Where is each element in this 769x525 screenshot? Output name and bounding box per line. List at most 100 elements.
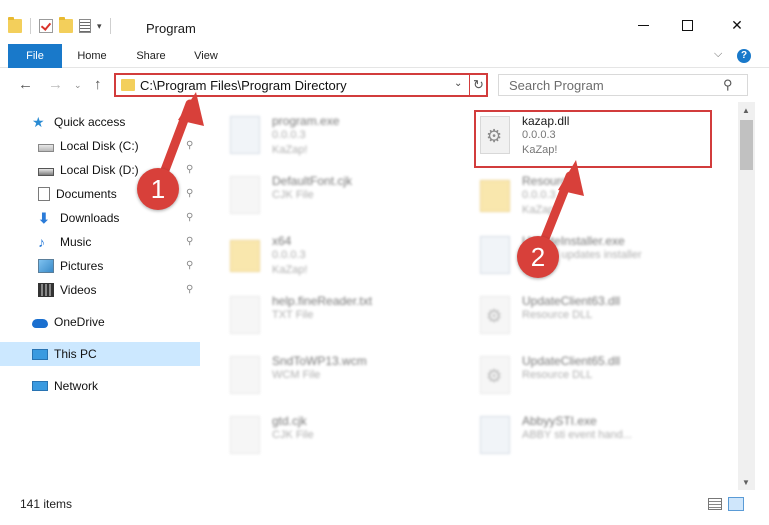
callout-number-1: 1 [137, 168, 179, 210]
list-item[interactable]: program.exe 0.0.0.3 KaZap! [226, 106, 461, 164]
expand-ribbon-icon[interactable]: ⌵ [714, 48, 722, 61]
tab-home[interactable]: Home [72, 44, 112, 68]
file-name: AbbyySTI.exe [522, 414, 597, 428]
properties-icon[interactable] [79, 19, 91, 33]
title-bar: ▾ Program ✕ [0, 0, 769, 44]
list-item[interactable]: DefaultFont.cjk CJK File [226, 166, 461, 224]
tab-share[interactable]: Share [130, 44, 172, 68]
exe-icon [480, 236, 510, 274]
network-icon [32, 381, 48, 391]
status-bar: 141 items [0, 490, 769, 525]
pin-icon: ⚲ [186, 140, 194, 151]
dll-icon [480, 296, 510, 334]
list-item[interactable]: Resource 0.0.0.3 KaZap! [476, 166, 711, 224]
kazap-dll-highlight-box [474, 110, 712, 168]
file-company: KaZap! [272, 144, 308, 156]
sidebar-item-label: OneDrive [54, 315, 105, 329]
close-icon: ✕ [731, 16, 743, 33]
quick-access-toolbar: ▾ [8, 17, 113, 34]
navigation-pane: ★ Quick access Local Disk (C:) ⚲ Local D… [0, 102, 200, 490]
window-title: Program [146, 21, 196, 36]
sidebar-item-label: Videos [60, 283, 97, 297]
new-folder-icon[interactable] [59, 17, 73, 33]
exe-icon [230, 116, 260, 154]
sidebar-item-quick-access[interactable]: ★ Quick access [0, 110, 200, 134]
vertical-scrollbar[interactable]: ▲ ▼ [738, 102, 755, 490]
music-icon: ♪ [38, 234, 45, 250]
maximize-icon [681, 19, 693, 31]
list-item[interactable]: UpdateClient63.dll Resource DLL [476, 286, 711, 344]
refresh-icon[interactable]: ↻ [469, 75, 487, 95]
pin-icon: ⚲ [186, 188, 194, 199]
sidebar-item-label: Network [54, 379, 99, 393]
file-description: Resource DLL [522, 369, 593, 381]
list-item[interactable]: help.fineReader.txt TXT File [226, 286, 461, 344]
back-arrow-icon[interactable]: ← [18, 76, 33, 93]
scrollbar-thumb[interactable] [740, 120, 753, 170]
scroll-down-icon[interactable]: ▼ [742, 478, 750, 487]
file-name: DefaultFont.cjk [272, 174, 353, 188]
sidebar-item-local-disk-c[interactable]: Local Disk (C:) ⚲ [0, 134, 200, 158]
properties-check-icon[interactable] [39, 19, 53, 33]
maximize-button[interactable] [664, 10, 710, 40]
pin-icon: ⚲ [186, 284, 194, 295]
folder-icon [121, 79, 135, 91]
search-icon[interactable]: ⚲ [723, 77, 733, 93]
sidebar-item-this-pc[interactable]: This PC [0, 342, 200, 366]
file-company: KaZap! [272, 264, 308, 276]
file-version: 0.0.0.3 [272, 129, 306, 141]
sidebar-item-music[interactable]: ♪ Music ⚲ [0, 230, 200, 254]
file-name: UpdateClient65.dll [522, 354, 621, 368]
list-item[interactable]: gtd.cjk CJK File [226, 406, 461, 464]
customize-toolbar-chevron-icon[interactable]: ▾ [97, 21, 102, 32]
toolbar-divider [30, 18, 31, 34]
address-bar[interactable]: C:\Program Files\Program Directory ⌄ ↻ [114, 73, 488, 97]
sidebar-item-network[interactable]: Network [0, 374, 200, 398]
help-icon[interactable]: ? [737, 49, 751, 63]
file-icon [230, 416, 260, 454]
forward-arrow-icon[interactable]: → [48, 76, 63, 93]
tab-view[interactable]: View [188, 44, 224, 68]
callout-number-2: 2 [517, 236, 559, 278]
scroll-up-icon[interactable]: ▲ [742, 106, 750, 115]
downloads-icon: ⬇ [38, 210, 50, 226]
drive-icon [38, 143, 54, 152]
address-dropdown-chevron-icon[interactable]: ⌄ [454, 78, 462, 89]
ribbon-tabs: File Home Share View ⌵ ? [0, 44, 769, 68]
sidebar-item-videos[interactable]: Videos ⚲ [0, 278, 200, 302]
list-item[interactable]: x64 0.0.0.3 KaZap! [226, 226, 461, 284]
videos-icon [38, 283, 54, 297]
toolbar-divider [109, 18, 111, 34]
pin-icon: ⚲ [186, 212, 194, 223]
close-button[interactable]: ✕ [714, 10, 760, 40]
pin-icon: ⚲ [186, 260, 194, 271]
tab-file[interactable]: File [8, 44, 62, 68]
list-item[interactable]: AbbyySTI.exe ABBY sti event hand... [476, 406, 711, 464]
minimize-button[interactable] [620, 10, 666, 40]
navigation-bar: ← → ⌄ ↑ C:\Program Files\Program Directo… [0, 68, 769, 102]
file-description: Resource DLL [522, 309, 593, 321]
up-arrow-icon[interactable]: ↑ [94, 76, 102, 93]
list-item[interactable]: UpdateInstaller.exe ABBYY updates instal… [476, 226, 711, 284]
recent-locations-chevron-icon[interactable]: ⌄ [74, 80, 82, 91]
file-icon [230, 356, 260, 394]
file-name: Resource [522, 174, 574, 188]
list-item[interactable]: SndToWP13.wcm WCM File [226, 346, 461, 404]
file-name: x64 [272, 234, 292, 248]
search-input[interactable]: Search Program ⚲ [498, 74, 748, 96]
sidebar-item-onedrive[interactable]: OneDrive [0, 310, 200, 334]
search-placeholder: Search Program [509, 78, 604, 93]
file-icon [230, 176, 260, 214]
large-icons-view-icon[interactable] [728, 497, 744, 511]
pictures-icon [38, 259, 54, 273]
file-type: CJK File [272, 429, 314, 441]
sidebar-item-pictures[interactable]: Pictures ⚲ [0, 254, 200, 278]
sidebar-item-label: Local Disk (D:) [60, 163, 139, 177]
folder-icon[interactable] [8, 17, 22, 33]
list-item[interactable]: UpdateClient65.dll Resource DLL [476, 346, 711, 404]
sidebar-item-downloads[interactable]: ⬇ Downloads ⚲ [0, 206, 200, 230]
folder-icon [480, 180, 510, 212]
file-company: KaZap! [522, 204, 558, 216]
address-path[interactable]: C:\Program Files\Program Directory [140, 78, 347, 93]
details-view-icon[interactable] [708, 498, 722, 510]
